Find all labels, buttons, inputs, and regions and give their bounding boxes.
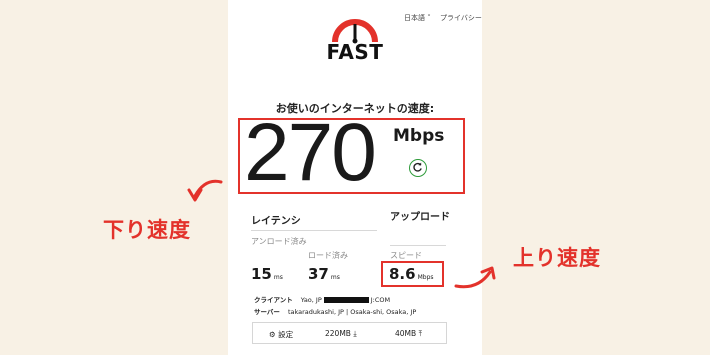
upload-size: 40MB ⤒ xyxy=(395,329,422,339)
unloaded-latency: 15 ms xyxy=(251,265,283,283)
upload-title: アップロード xyxy=(390,212,450,223)
upload-annotation: 上り速度 xyxy=(513,246,601,270)
upload-speed-unit: Mbps xyxy=(417,274,434,281)
loaded-latency-value: 37 xyxy=(308,265,329,283)
server-label: サーバー xyxy=(254,308,280,316)
loaded-latency: 37 ms xyxy=(308,265,340,283)
chevron-down-icon: ˅ xyxy=(427,14,431,22)
download-size: 220MB ⤓ xyxy=(325,329,357,339)
download-speed-unit: Mbps xyxy=(393,126,445,146)
brand-logo-text: FAST xyxy=(326,40,384,64)
loaded-label: ロード済み xyxy=(308,251,348,260)
download-speed-value: 270 xyxy=(244,107,377,198)
bottom-bar: ⚙ 設定 220MB ⤓ 40MB ⤒ xyxy=(252,322,447,344)
unloaded-latency-value: 15 xyxy=(251,265,272,283)
redacted-bar xyxy=(323,297,369,303)
upload-size-value: 40MB xyxy=(395,329,417,338)
loaded-latency-unit: ms xyxy=(330,274,340,281)
upload-speed: 8.6 Mbps xyxy=(389,265,434,283)
upload-speed-value: 8.6 xyxy=(389,265,416,283)
unloaded-label: アンロード済み xyxy=(251,237,307,246)
client-info: クライアント Yao, JP J:COM xyxy=(254,294,390,304)
download-annotation-arrow-icon xyxy=(187,179,223,202)
client-label: クライアント xyxy=(254,296,293,304)
upload-annotation-arrow-icon xyxy=(454,266,496,289)
language-label: 日本語 xyxy=(404,14,425,22)
client-location: Yao, JP xyxy=(300,296,322,304)
divider xyxy=(390,245,446,246)
gear-icon: ⚙ xyxy=(269,330,276,339)
language-selector[interactable]: 日本語 ˅ xyxy=(404,13,431,23)
reload-button[interactable] xyxy=(409,159,427,177)
reload-icon xyxy=(413,162,422,172)
client-isp: J:COM xyxy=(370,296,391,304)
upload-speed-label: スピード xyxy=(390,251,422,260)
divider xyxy=(251,230,377,231)
unloaded-latency-unit: ms xyxy=(273,274,283,281)
upload-arrow-icon: ⤒ xyxy=(418,329,422,338)
latency-title: レイテンシ xyxy=(251,216,301,227)
download-annotation: 下り速度 xyxy=(103,218,191,242)
settings-label: 設定 xyxy=(278,330,294,339)
server-list: takaradukashi, JP | Osaka-shi, Osaka, JP xyxy=(287,308,417,316)
settings-button[interactable]: ⚙ 設定 xyxy=(269,329,293,340)
download-size-value: 220MB xyxy=(325,329,351,338)
server-info: サーバー takaradukashi, JP | Osaka-shi, Osaka… xyxy=(254,306,416,316)
download-arrow-icon: ⤓ xyxy=(353,329,357,338)
privacy-link[interactable]: プライバシー xyxy=(440,13,482,23)
